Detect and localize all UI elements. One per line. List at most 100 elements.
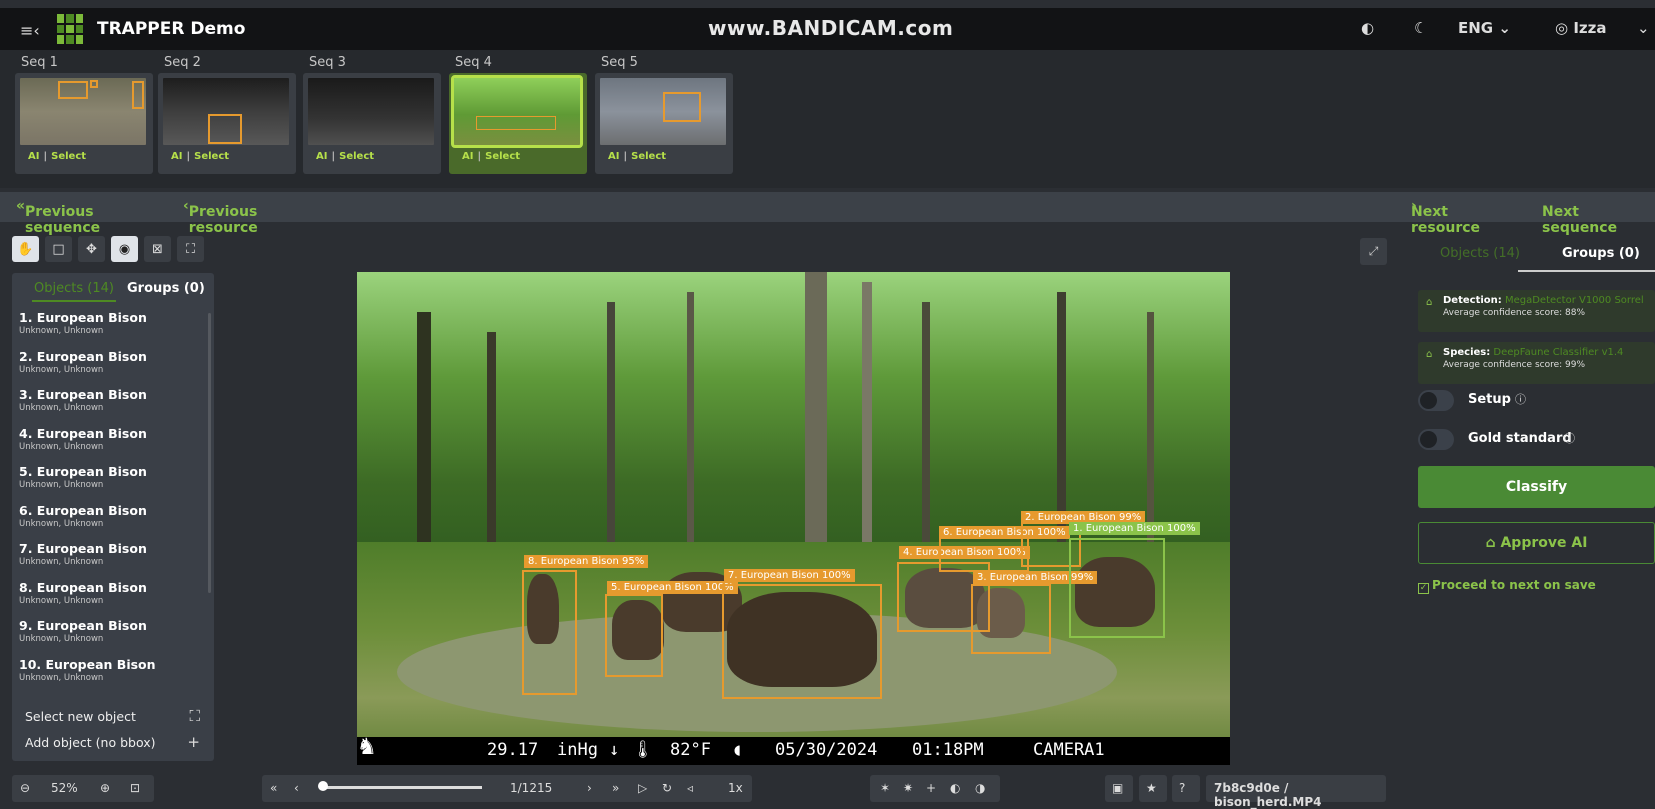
detection-bbox[interactable] [971,584,1051,654]
sequence-ai-button[interactable]: AI [316,151,327,162]
previous-frame-icon[interactable]: ‹ [294,781,299,795]
list-item[interactable]: 1. European Bison Unknown, Unknown [12,310,214,349]
tab-objects[interactable]: Objects (14) [1440,246,1520,261]
plus-icon[interactable]: + [187,733,200,751]
tab-objects[interactable]: Objects (14) [32,281,116,302]
sequence-item-5[interactable]: Seq 5 AI | Select [595,55,733,174]
playback-timeline[interactable] [322,786,482,789]
move-icon[interactable]: ✥ [78,236,105,262]
list-item[interactable]: 8. European Bison Unknown, Unknown [12,580,214,619]
next-frame-icon[interactable]: › [587,781,592,795]
next-resource-link[interactable]: Next resource › [1411,198,1480,236]
hand-pan-icon[interactable]: ✋ [12,236,39,262]
detection-bbox[interactable] [1069,538,1165,638]
sequence-thumbnail[interactable] [20,78,146,145]
list-item[interactable]: 5. European Bison Unknown, Unknown [12,464,214,503]
rectangle-select-icon[interactable]: □ [45,236,72,262]
list-item[interactable]: 2. European Bison Unknown, Unknown [12,349,214,388]
tab-groups[interactable]: Groups (0) [127,281,205,296]
zoom-out-icon[interactable]: ⊖ [20,781,30,795]
sequence-ai-button[interactable]: AI [28,151,39,162]
info-icon[interactable]: ⓘ [1564,430,1575,446]
bounding-box-icon[interactable]: ⛶ [177,236,204,262]
sequence-item-2[interactable]: Seq 2 AI | Select [158,55,296,174]
last-frame-icon[interactable]: » [612,781,619,795]
notifications-icon[interactable]: ◐ [1361,19,1374,37]
volume-icon[interactable]: ◃ [687,781,693,795]
menu-collapse-icon[interactable]: ≡‹ [20,21,40,40]
detection-label[interactable]: 7. European Bison 100% [724,569,855,582]
fullscreen-icon[interactable]: ⤢ [1360,238,1387,265]
sequence-card-active[interactable]: AI | Select [449,73,587,174]
approve-ai-button[interactable]: ⌂ Approve AI [1418,522,1655,564]
sharpen-icon[interactable]: + [926,781,936,795]
detection-bbox[interactable] [939,537,1029,572]
select-new-object-button[interactable]: Select new object [25,709,136,724]
detection-label[interactable]: 8. European Bison 95% [524,555,649,568]
sequence-thumbnail[interactable] [600,78,726,145]
previous-sequence-link[interactable]: « Previous sequence [16,198,100,236]
sequence-card[interactable]: AI | Select [303,73,441,174]
sequence-select-button[interactable]: Select [194,151,229,162]
play-icon[interactable]: ▷ [638,781,647,795]
detection-label[interactable]: 1. European Bison 100% [1069,522,1200,535]
detection-bbox[interactable] [522,570,577,695]
eye-visibility-icon[interactable]: ◉ [111,236,138,262]
proceed-checkbox[interactable]: ✓ Proceed to next on save [1418,578,1596,594]
sequence-select-button[interactable]: Select [631,151,666,162]
playback-scrubber[interactable] [318,781,328,791]
sequence-item-4[interactable]: Seq 4 AI | Select [449,55,587,174]
detection-label[interactable]: 5. European Bison 100% [607,581,738,594]
info-icon[interactable]: ⓘ [1515,391,1526,407]
sequence-ai-button[interactable]: AI [462,151,473,162]
detection-bbox[interactable] [605,594,663,677]
help-icon[interactable]: ? [1172,775,1200,802]
contrast-icon[interactable]: ◐ [950,781,960,795]
list-item[interactable]: 7. European Bison Unknown, Unknown [12,541,214,580]
sequence-item-3[interactable]: Seq 3 AI | Select [303,55,441,174]
sequence-ai-button[interactable]: AI [171,151,182,162]
list-item[interactable]: 10. European Bison Unknown, Unknown [12,657,214,696]
user-menu-chevron-icon[interactable]: ⌄ [1637,19,1650,37]
camera-trap-image[interactable]: 8. European Bison 95% 5. European Bison … [357,272,1230,765]
brightness-low-icon[interactable]: ✶ [880,781,890,795]
fit-to-screen-icon[interactable]: ⊡ [130,781,140,795]
sequence-select-button[interactable]: Select [485,151,520,162]
setup-toggle[interactable] [1418,390,1454,411]
loop-icon[interactable]: ↻ [662,781,672,795]
sequence-thumbnail[interactable] [308,78,434,145]
invert-icon[interactable]: ◑ [975,781,985,795]
sequence-item-1[interactable]: Seq 1 AI | Select [15,55,153,174]
screenshot-icon[interactable]: ▣ [1105,775,1133,802]
list-item[interactable]: 4. European Bison Unknown, Unknown [12,426,214,465]
list-item[interactable]: 3. European Bison Unknown, Unknown [12,387,214,426]
list-item[interactable]: 9. European Bison Unknown, Unknown [12,618,214,657]
favorite-star-icon[interactable]: ★ [1139,775,1167,802]
playback-speed[interactable]: 1x [728,781,743,795]
sequence-card[interactable]: AI | Select [595,73,733,174]
tab-groups[interactable]: Groups (0) [1562,246,1640,261]
detection-bbox[interactable] [722,584,882,699]
previous-resource-link[interactable]: ‹ Previous resource [183,198,258,236]
first-frame-icon[interactable]: « [270,781,277,795]
sequence-ai-button[interactable]: AI [608,151,619,162]
sequence-thumbnail[interactable] [163,78,289,145]
sequence-thumbnail[interactable] [451,75,583,148]
language-selector[interactable]: ENG ⌄ [1458,19,1511,37]
gold-standard-toggle[interactable] [1418,429,1454,450]
sequence-card[interactable]: AI | Select [15,73,153,174]
bounding-box-icon[interactable]: ⛶ [189,707,200,725]
list-item[interactable]: 6. European Bison Unknown, Unknown [12,503,214,542]
sequence-select-button[interactable]: Select [339,151,374,162]
brightness-icon[interactable]: ✷ [903,781,913,795]
sequence-label: Seq 2 [164,55,201,70]
add-object-button[interactable]: Add object (no bbox) [25,735,156,750]
dark-mode-moon-icon[interactable]: ☾ [1414,19,1427,37]
object-list-scrollbar[interactable] [208,313,211,593]
sequence-card[interactable]: AI | Select [158,73,296,174]
hide-boxes-icon[interactable]: ⊠ [144,236,171,262]
sequence-select-button[interactable]: Select [51,151,86,162]
user-menu[interactable]: ◎ Izza [1555,19,1607,37]
zoom-in-icon[interactable]: ⊕ [100,781,110,795]
classify-button[interactable]: Classify [1418,466,1655,508]
